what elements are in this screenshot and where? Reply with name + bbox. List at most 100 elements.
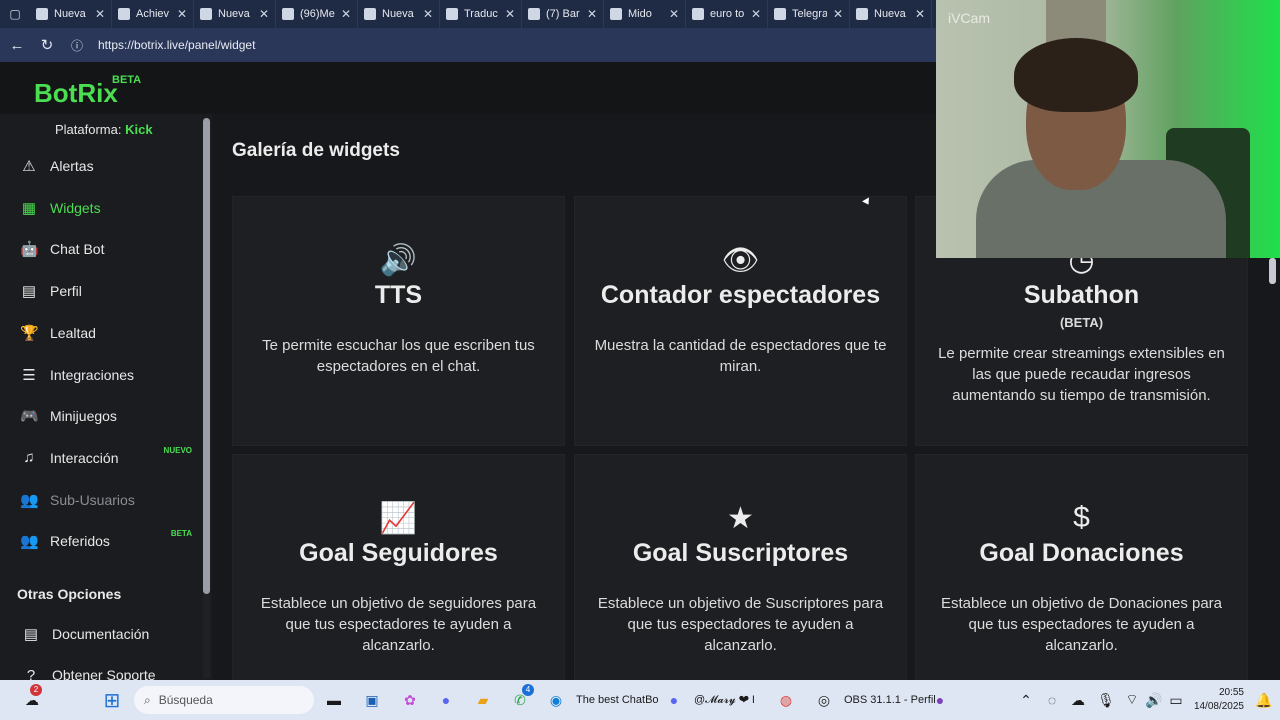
close-icon[interactable]: ✕ (423, 7, 433, 21)
browser-tab[interactable]: Nueva ✕ (30, 0, 112, 28)
taskbar-discord-app[interactable]: ● @𝓜𝓪𝓻𝔂 ❤ I (660, 686, 755, 714)
telegram-icon (774, 8, 786, 20)
close-icon[interactable]: ✕ (751, 7, 761, 21)
widget-card[interactable]: 👁 Contador espectadores Muestra la cantida… (574, 196, 907, 446)
taskbar-edge-app[interactable]: ◉ The best ChatBo (542, 686, 659, 714)
close-icon[interactable]: ✕ (505, 7, 515, 21)
sidebar-item-sub-usuarios[interactable]: 👥 Sub-Usuarios (0, 482, 200, 518)
close-icon[interactable]: ✕ (177, 7, 187, 21)
chrome-icon[interactable]: ◍ (772, 686, 800, 714)
store-icon[interactable]: ▣ (358, 686, 386, 714)
url-text[interactable]: https://botrix.live/panel/widget (98, 38, 255, 52)
close-icon[interactable]: ✕ (259, 7, 269, 21)
close-icon[interactable]: ✕ (95, 7, 105, 21)
sidebar-item-referidos[interactable]: 👥 Referidos BETA (0, 523, 200, 559)
taskbar-search[interactable]: ⌕ Búsqueda (134, 686, 314, 714)
tray-app-icon[interactable]: ◌ (1038, 686, 1066, 714)
discord-icon: ● (669, 692, 679, 708)
widget-card-description: Le permite crear streamings extensibles … (938, 345, 1225, 404)
robot-icon: 🤖 (20, 241, 39, 259)
show-hidden-icons[interactable]: ⌃ (1012, 686, 1040, 714)
sidebar-item-label: Sub-Usuarios (50, 491, 135, 508)
sidebar-item-interacci-n[interactable]: ♫ Interacción NUEVO (0, 440, 200, 476)
browser-tab[interactable]: Mido ✕ (604, 0, 686, 28)
widget-card-title: Goal Seguidores (299, 539, 498, 567)
file-explorer-icon[interactable]: ▰ (469, 686, 497, 714)
reload-icon[interactable]: ↻ (36, 34, 58, 56)
browser-tab[interactable]: Achiev ✕ (112, 0, 194, 28)
sidebar-item-lealtad[interactable]: 🏆 Lealtad (0, 315, 200, 351)
botrix-logo[interactable]: BotRix (34, 78, 118, 109)
close-icon[interactable]: ✕ (669, 7, 679, 21)
browser-tab[interactable]: Traduc ✕ (440, 0, 522, 28)
sidebar: Plataforma: Kick ⚠ Alertas ▦ Widgets 🤖 Chat B… (0, 114, 212, 684)
notifications-icon[interactable]: 🔔 (1250, 686, 1278, 714)
onedrive-icon[interactable]: ☁ (1064, 686, 1092, 714)
tab-actions-icon[interactable]: ▢ (0, 0, 30, 28)
taskbar-clock[interactable]: 20:55 14/08/2025 (1194, 686, 1244, 714)
weather-badge: 2 (30, 684, 42, 696)
sidebar-item-minijuegos[interactable]: 🎮 Minijuegos (0, 398, 200, 434)
widget-card[interactable]: $ Goal Donaciones Establece un objetivo de… (915, 454, 1248, 704)
widget-card-description: Establece un objetivo de seguidores para… (260, 595, 537, 654)
platform-value: Kick (125, 122, 153, 137)
browser-tab-label: Nueva (874, 8, 906, 20)
sidebar-item-label: Documentación (52, 626, 150, 642)
sidebar-item-perfil[interactable]: ▤ Perfil (0, 273, 200, 309)
browser-tab-label: (96)Me (300, 8, 335, 20)
sidebar-badge: BETA (170, 529, 192, 539)
close-icon[interactable]: ✕ (587, 7, 597, 21)
sidebar-item-chat-bot[interactable]: 🤖 Chat Bot (0, 231, 200, 267)
browser-tab-label: Telegra (792, 8, 827, 20)
search-icon (692, 8, 704, 20)
browser-tab[interactable]: (7) Bar ✕ (522, 0, 604, 28)
sidebar-scrollbar-thumb[interactable] (203, 118, 210, 594)
book-icon: ▤ (23, 626, 39, 643)
close-icon[interactable]: ✕ (833, 7, 843, 21)
task-view-icon[interactable]: ▬ (320, 686, 348, 714)
browser-tab[interactable]: (96)Me ✕ (276, 0, 358, 28)
copilot-icon[interactable]: ✿ (396, 686, 424, 714)
browser-tab-label: euro to (710, 8, 745, 20)
page-icon (364, 8, 376, 20)
close-icon[interactable]: ✕ (341, 7, 351, 21)
streaming-app-icon[interactable]: ● (926, 686, 954, 714)
sidebar-item-widgets[interactable]: ▦ Widgets (0, 190, 200, 226)
browser-tab[interactable]: Nueva ✕ (194, 0, 276, 28)
sidebar-scrollbar[interactable] (203, 118, 210, 678)
discord-app-icon[interactable]: ● (432, 686, 460, 714)
kick-icon (118, 8, 130, 20)
other-options-title: Otras Opciones (17, 586, 122, 602)
browser-tab[interactable]: Telegra ✕ (768, 0, 850, 28)
sidebar-item-alertas[interactable]: ⚠ Alertas (0, 148, 200, 184)
sidebar-item-label: Alertas (50, 158, 94, 174)
page-scrollbar-thumb[interactable] (1269, 258, 1276, 284)
close-icon[interactable]: ✕ (915, 7, 925, 21)
page-title: Galería de widgets (232, 140, 400, 161)
obs-icon: ◎ (817, 691, 831, 708)
windows-start-icon[interactable]: ⊞ (98, 686, 126, 714)
microphone-icon[interactable]: 🎙 (1092, 686, 1120, 714)
battery-icon[interactable]: ▭ (1162, 686, 1190, 714)
sidebar-other-0[interactable]: ▤ Documentación (0, 616, 200, 652)
sidebar-item-label: Referidos (50, 533, 110, 550)
site-info-icon[interactable]: ⓘ (66, 34, 88, 56)
browser-tab[interactable]: Nueva ✕ (358, 0, 440, 28)
widget-card[interactable]: 📈 Goal Seguidores Establece un objetivo de… (232, 454, 565, 704)
search-icon: ⌕ (144, 692, 151, 707)
widget-card-description: Establece un objetivo de Donaciones para… (940, 595, 1223, 654)
users-icon: 👥 (20, 491, 39, 509)
widget-card[interactable]: 🔊 TTS Te permite escuchar los que escriben… (232, 196, 565, 446)
translate-icon (446, 8, 458, 20)
eye-icon: 👁 (721, 244, 760, 277)
edge-icon: ◉ (549, 691, 563, 708)
browser-tab[interactable]: Nueva ✕ (850, 0, 932, 28)
widget-card[interactable]: ★ Goal Suscriptores Establece un objetivo … (574, 454, 907, 704)
back-icon[interactable]: ← (6, 34, 28, 56)
logo-beta-badge: BETA (112, 74, 142, 86)
sidebar-item-integraciones[interactable]: ☰ Integraciones (0, 357, 200, 393)
widget-card-title: TTS (374, 281, 423, 309)
tiktok-icon (610, 8, 622, 20)
browser-tab[interactable]: euro to ✕ (686, 0, 768, 28)
taskbar-obs-app[interactable]: ◎ OBS 31.1.1 - Perfil (810, 686, 936, 714)
